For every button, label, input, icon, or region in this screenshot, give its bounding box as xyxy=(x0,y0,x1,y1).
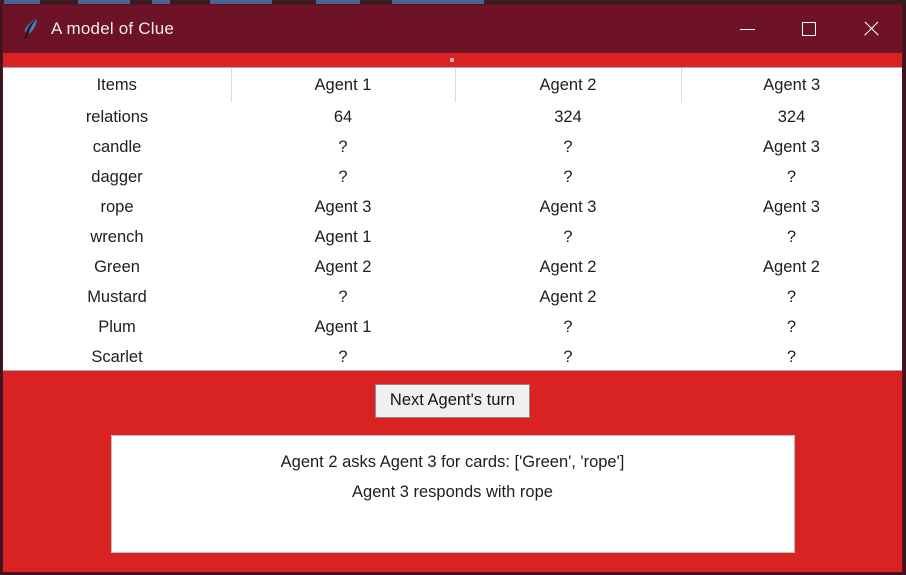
close-button[interactable] xyxy=(840,5,902,53)
cell-agent-2: 324 xyxy=(554,107,582,126)
cell-agent-3: ? xyxy=(786,227,797,246)
knowledge-table: Items Agent 1 Agent 2 Agent 3 relations … xyxy=(3,68,902,372)
row-item-label: relations xyxy=(85,107,149,126)
feather-quill-icon xyxy=(19,16,41,42)
button-strip: Next Agent's turn xyxy=(3,371,902,431)
minimize-icon xyxy=(739,28,755,30)
cell-agent-2: ? xyxy=(563,347,573,366)
message-log-box: Agent 2 asks Agent 3 for cards: ['Green'… xyxy=(110,435,795,553)
cell-agent-1: ? xyxy=(338,137,348,156)
table-row: Mustard ? Agent 2 ? xyxy=(3,282,902,312)
table-row: Plum Agent 1 ? ? xyxy=(3,312,902,342)
column-header-agent-3: Agent 3 xyxy=(680,68,902,102)
cell-agent-3: ? xyxy=(786,287,797,306)
row-item-label: rope xyxy=(100,197,134,216)
application-window: A model of Clue Items Agent 1 Agent 2 Ag… xyxy=(2,4,903,573)
minimize-button[interactable] xyxy=(716,5,778,53)
table-row: relations 64 324 324 xyxy=(3,102,902,132)
window-body: Items Agent 1 Agent 2 Agent 3 relations … xyxy=(3,53,902,572)
cell-agent-1: ? xyxy=(338,287,348,306)
separator-handle xyxy=(450,58,454,62)
column-header-items: Items xyxy=(96,75,137,94)
table-row: dagger ? ? ? xyxy=(3,162,902,192)
row-item-label: Scarlet xyxy=(91,347,143,366)
column-header-agent-2: Agent 2 xyxy=(454,68,681,102)
row-item-label: Plum xyxy=(98,317,136,336)
table-row: candle ? ? Agent 3 xyxy=(3,132,902,162)
cell-agent-2: ? xyxy=(563,227,573,246)
cell-agent-3: ? xyxy=(786,167,797,186)
maximize-button[interactable] xyxy=(778,5,840,53)
maximize-icon xyxy=(802,22,816,36)
knowledge-table-panel: Items Agent 1 Agent 2 Agent 3 relations … xyxy=(3,67,902,371)
close-icon xyxy=(862,20,880,38)
cell-agent-1: Agent 1 xyxy=(314,227,372,246)
cell-agent-2: Agent 2 xyxy=(539,287,597,306)
column-header-agent-1: Agent 1 xyxy=(230,68,455,102)
top-gap xyxy=(3,53,902,67)
cell-agent-2: Agent 3 xyxy=(539,197,597,216)
row-item-label: Mustard xyxy=(87,287,147,306)
cell-agent-2: Agent 2 xyxy=(539,257,597,276)
cell-agent-3: ? xyxy=(786,317,797,336)
cell-agent-1: Agent 3 xyxy=(314,197,372,216)
cell-agent-1: Agent 1 xyxy=(314,317,372,336)
cell-agent-3: ? xyxy=(786,347,797,366)
log-wrap: Agent 2 asks Agent 3 for cards: ['Green'… xyxy=(3,431,902,572)
table-row: Green Agent 2 Agent 2 Agent 2 xyxy=(3,252,902,282)
row-item-label: wrench xyxy=(90,227,144,246)
log-line: Agent 3 responds with rope xyxy=(352,483,553,501)
row-item-label: candle xyxy=(92,137,142,156)
cell-agent-3: Agent 3 xyxy=(763,197,820,216)
row-item-label: Green xyxy=(94,257,140,276)
table-row: wrench Agent 1 ? ? xyxy=(3,222,902,252)
window-controls xyxy=(716,5,902,53)
cell-agent-1: ? xyxy=(338,167,348,186)
row-item-label: dagger xyxy=(91,167,143,186)
cell-agent-3: 324 xyxy=(777,107,806,126)
table-header-row: Items Agent 1 Agent 2 Agent 3 xyxy=(3,68,902,102)
cell-agent-2: ? xyxy=(563,167,573,186)
cell-agent-2: ? xyxy=(563,317,573,336)
window-title: A model of Clue xyxy=(51,19,175,38)
cell-agent-1: ? xyxy=(338,347,348,366)
next-agent-turn-button[interactable]: Next Agent's turn xyxy=(374,383,531,419)
cell-agent-1: Agent 2 xyxy=(314,257,372,276)
cell-agent-1: 64 xyxy=(333,107,353,126)
title-bar[interactable]: A model of Clue xyxy=(3,5,902,53)
cell-agent-3: Agent 2 xyxy=(763,257,820,276)
table-row: Scarlet ? ? ? xyxy=(3,342,902,372)
table-row: rope Agent 3 Agent 3 Agent 3 xyxy=(3,192,902,222)
cell-agent-3: Agent 3 xyxy=(763,137,820,156)
cell-agent-2: ? xyxy=(563,137,573,156)
log-line: Agent 2 asks Agent 3 for cards: ['Green'… xyxy=(280,453,625,471)
